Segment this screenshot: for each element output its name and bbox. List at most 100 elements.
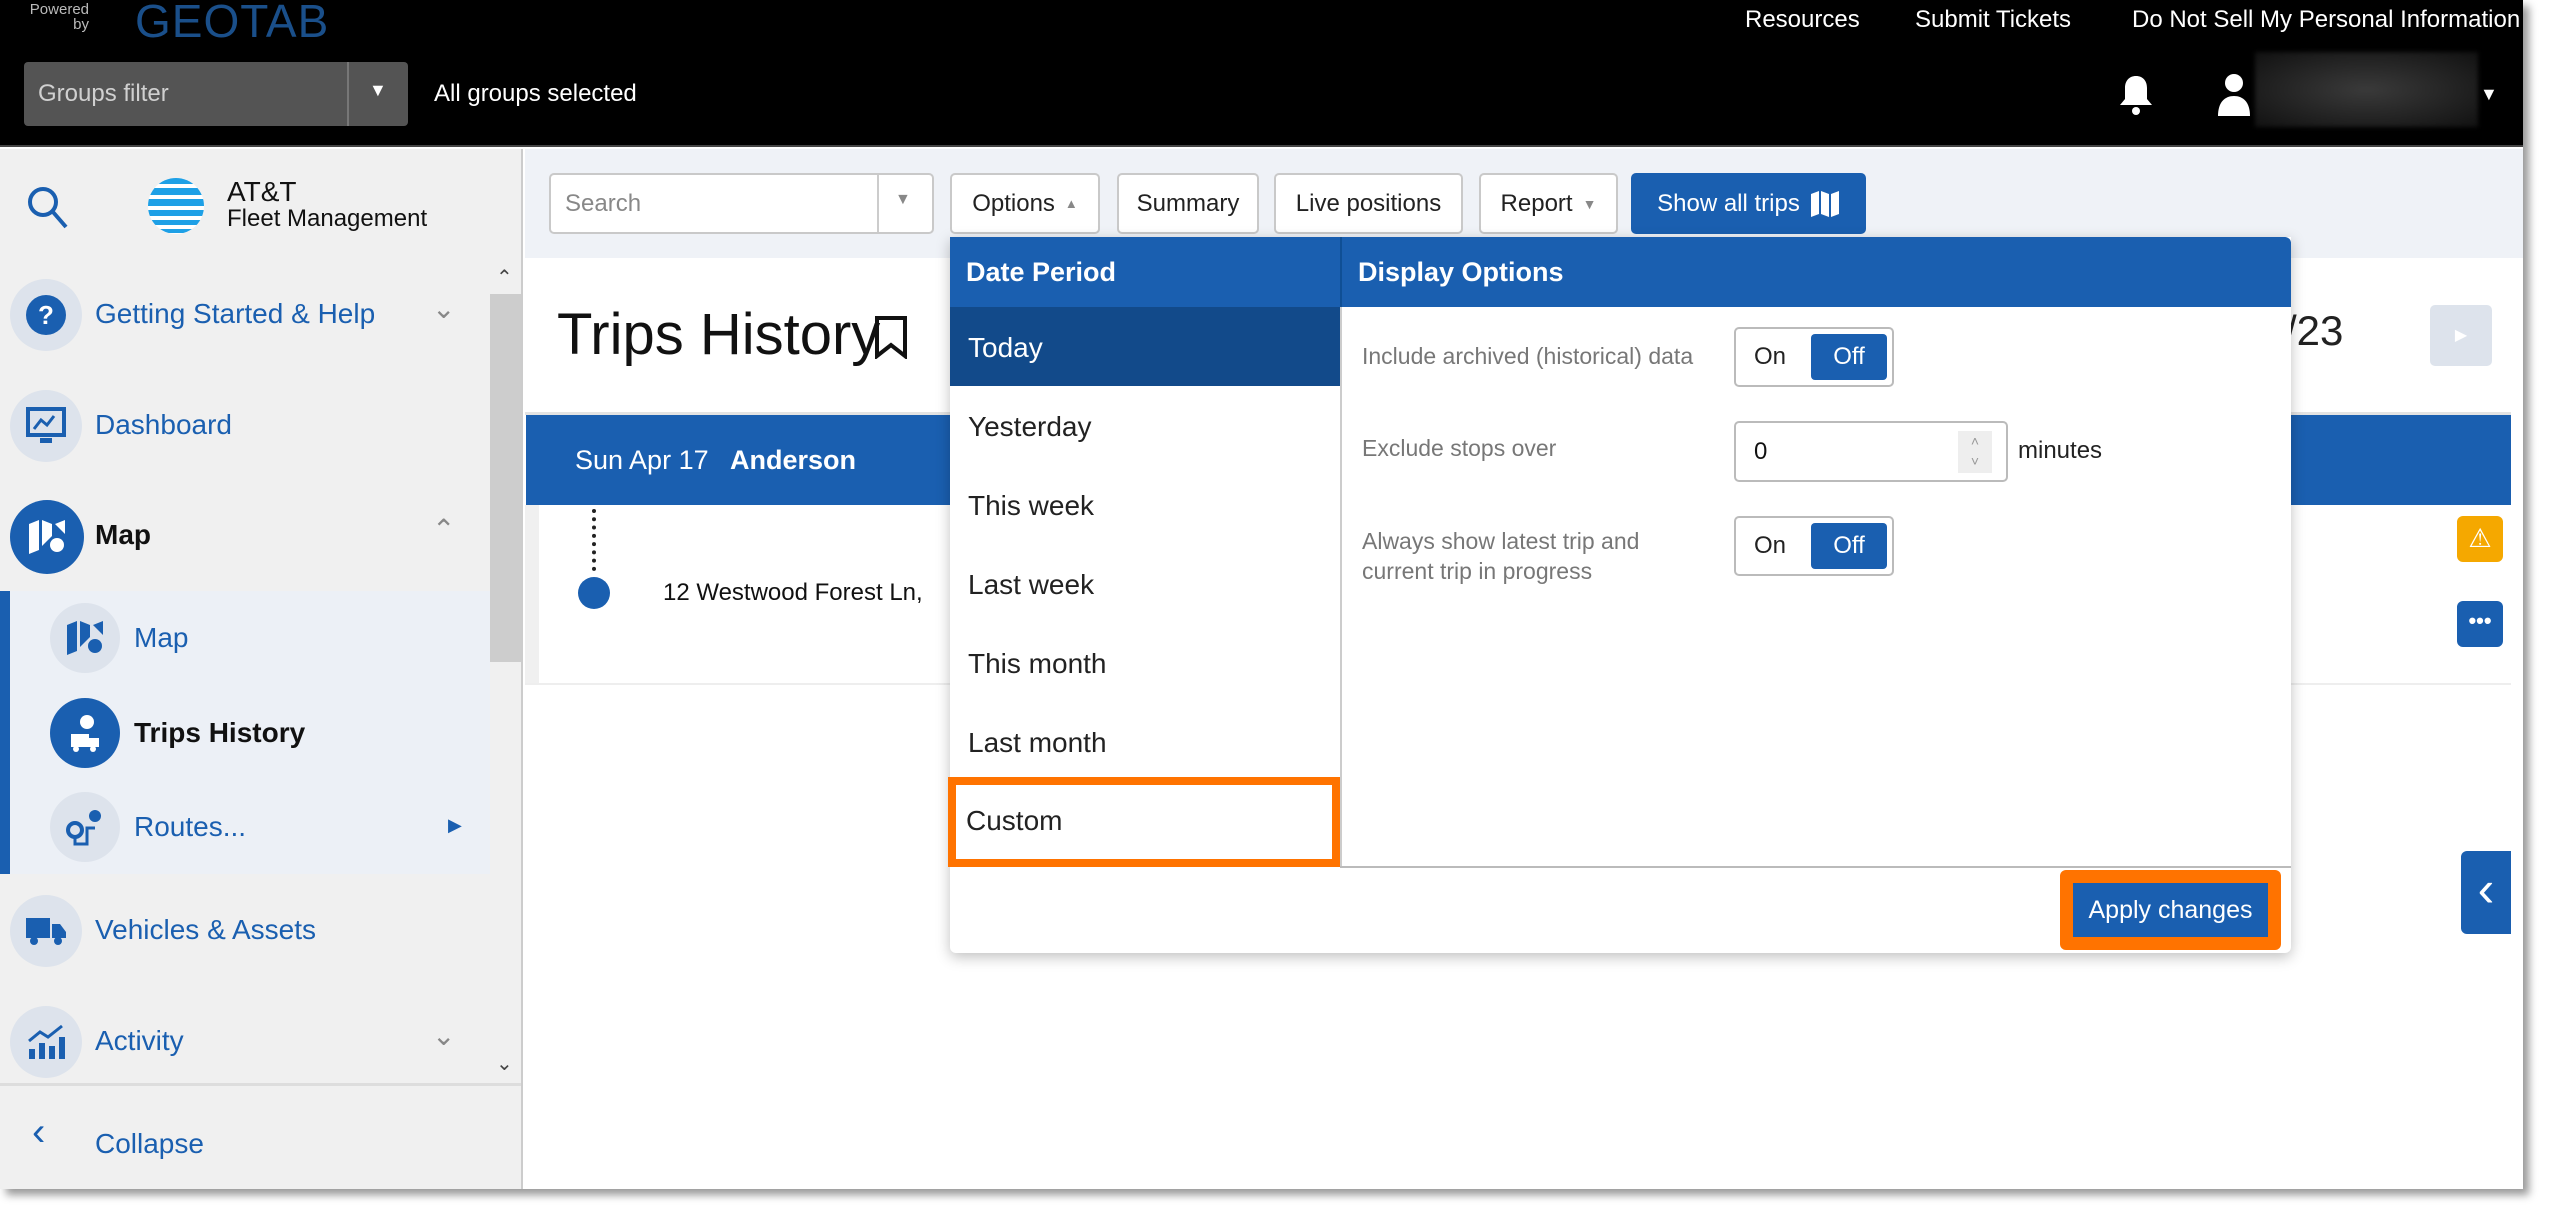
- sidebar-item-label: Trips History: [134, 717, 306, 748]
- chevron-down-icon[interactable]: ▼: [895, 191, 911, 209]
- do-not-sell-link[interactable]: Do Not Sell My Personal Information: [2132, 6, 2520, 34]
- caret-up-icon: ▲: [1064, 196, 1078, 211]
- chevron-left-icon: ‹: [32, 1110, 46, 1154]
- truck-icon: [10, 895, 82, 967]
- date-period-last-month[interactable]: Last month: [950, 702, 1340, 781]
- bookmark-icon[interactable]: [873, 315, 909, 359]
- apply-changes-button[interactable]: Apply changes: [2073, 883, 2268, 937]
- date-period-this-month[interactable]: This month: [950, 623, 1340, 702]
- groups-status: All groups selected: [434, 80, 637, 107]
- latest-trip-toggle[interactable]: On Off: [1734, 516, 1894, 576]
- display-options-header: Display Options: [1340, 237, 2291, 307]
- sidebar-item-label: Vehicles & Assets: [95, 914, 317, 945]
- toggle-off[interactable]: Off: [1811, 334, 1887, 380]
- date-range-fragment: /23: [2285, 307, 2344, 354]
- sidebar-item-map[interactable]: Map ⌃: [0, 491, 490, 581]
- report-label: Report: [1500, 189, 1573, 217]
- report-button[interactable]: Report ▼: [1479, 173, 1618, 234]
- user-icon[interactable]: [2216, 72, 2252, 116]
- number-stepper[interactable]: ˄ ˅: [1958, 431, 1992, 473]
- top-bar: Powered by GEOTAB Groups filter ▼ All gr…: [0, 0, 2523, 147]
- sidebar-item-label: Getting Started & Help: [95, 298, 376, 329]
- sidebar-item-label: Map: [134, 622, 189, 653]
- show-all-trips-label: Show all trips: [1657, 189, 1800, 217]
- live-positions-button[interactable]: Live positions: [1274, 173, 1463, 234]
- warning-icon[interactable]: ⚠: [2457, 516, 2503, 562]
- sidebar-item-label: Activity: [95, 1025, 184, 1056]
- date-period-yesterday[interactable]: Yesterday: [950, 386, 1340, 465]
- date-period-today[interactable]: Today: [950, 307, 1340, 386]
- trip-connector: [592, 509, 596, 571]
- scroll-up-icon[interactable]: ⌃: [496, 265, 513, 290]
- map-icon: [10, 500, 84, 574]
- resources-link[interactable]: Resources: [1745, 6, 1860, 34]
- sidebar-item-activity[interactable]: Activity ⌄: [0, 997, 490, 1087]
- expand-panel-button[interactable]: ‹: [2461, 851, 2511, 934]
- bell-icon[interactable]: [2118, 74, 2154, 116]
- exclude-stops-input[interactable]: 0 ˄ ˅: [1734, 421, 2008, 482]
- search-icon[interactable]: [26, 185, 70, 231]
- app-window: Powered by GEOTAB Groups filter ▼ All gr…: [0, 0, 2523, 1189]
- trip-address: 12 Westwood Forest Ln,: [663, 579, 923, 606]
- archived-toggle[interactable]: On Off: [1734, 327, 1894, 387]
- trip-driver: Anderson: [730, 445, 857, 475]
- att-globe-logo: [148, 178, 204, 234]
- next-date-button[interactable]: ▶: [2430, 305, 2492, 366]
- sidebar-subitem-map[interactable]: Map: [0, 594, 490, 684]
- latest-trip-label: Always show latest trip and current trip …: [1362, 528, 1640, 584]
- toggle-off[interactable]: Off: [1811, 523, 1887, 569]
- geotab-logo: GEOTAB: [135, 0, 330, 47]
- sidebar: AT&T Fleet Management ? Getting Started …: [0, 149, 523, 1189]
- apply-changes-highlight: Apply changes: [2060, 870, 2281, 950]
- toggle-on[interactable]: On: [1754, 343, 1786, 371]
- more-options-button[interactable]: •••: [2457, 601, 2503, 647]
- date-period-this-week[interactable]: This week: [950, 465, 1340, 544]
- chevron-down-icon[interactable]: ▼: [369, 80, 387, 101]
- chevron-down-icon: ⌄: [432, 1020, 456, 1051]
- sidebar-item-getting-started[interactable]: ? Getting Started & Help ⌄: [0, 270, 490, 360]
- caret-right-icon: ▶: [448, 815, 462, 835]
- options-dropdown: Date Period Display Options Today Yester…: [948, 237, 2291, 953]
- sidebar-subitem-routes[interactable]: Routes... ▶: [0, 783, 490, 873]
- groups-filter[interactable]: Groups filter ▼: [24, 62, 408, 126]
- chevron-up-icon: ⌃: [432, 514, 456, 545]
- trip-date: Sun Apr 17: [575, 445, 709, 475]
- options-button[interactable]: Options ▲: [950, 173, 1100, 234]
- brand-subtitle: Fleet Management: [227, 205, 428, 232]
- brand-name: AT&T: [227, 176, 297, 207]
- submit-tickets-link[interactable]: Submit Tickets: [1915, 6, 2071, 34]
- scroll-down-icon[interactable]: ⌄: [496, 1051, 513, 1076]
- scrollbar-thumb[interactable]: [490, 294, 521, 662]
- summary-button[interactable]: Summary: [1117, 173, 1259, 234]
- options-label: Options: [972, 189, 1055, 217]
- chevron-down-icon: ⌄: [432, 293, 456, 324]
- show-all-trips-button[interactable]: Show all trips: [1631, 173, 1866, 234]
- search-input[interactable]: Search ▼: [549, 173, 934, 234]
- activity-icon: [10, 1006, 82, 1078]
- sidebar-item-vehicles[interactable]: Vehicles & Assets: [0, 886, 490, 976]
- exclude-stops-value: 0: [1754, 438, 1768, 465]
- trips-history-icon: [50, 698, 120, 768]
- collapse-label: Collapse: [95, 1128, 204, 1159]
- routes-icon: [50, 792, 120, 862]
- groups-filter-placeholder: Groups filter: [38, 80, 169, 107]
- caret-down-icon: ▼: [1582, 195, 1597, 212]
- sidebar-scrollbar[interactable]: ⌃ ⌄: [490, 261, 521, 1083]
- help-icon: ?: [10, 279, 82, 351]
- sidebar-subitem-trips-history[interactable]: Trips History: [0, 689, 490, 779]
- sidebar-item-label: Map: [95, 519, 151, 550]
- sidebar-item-label: Dashboard: [95, 409, 232, 440]
- map-icon: [1810, 190, 1839, 217]
- logo-powered-by: Powered by: [29, 1, 89, 33]
- collapse-button[interactable]: ‹ Collapse: [0, 1083, 521, 1189]
- trip-stop-marker: [578, 577, 610, 609]
- exclude-stops-unit: minutes: [2018, 437, 2103, 464]
- user-menu-chevron-icon[interactable]: ▼: [2480, 84, 2498, 105]
- date-period-custom[interactable]: Custom: [948, 777, 1340, 867]
- toggle-on[interactable]: On: [1754, 532, 1786, 560]
- date-period-last-week[interactable]: Last week: [950, 544, 1340, 623]
- sidebar-item-dashboard[interactable]: Dashboard: [0, 381, 490, 471]
- sidebar-item-label: Routes...: [134, 811, 247, 842]
- user-name-blurred[interactable]: [2255, 52, 2478, 127]
- dashboard-icon: [10, 390, 82, 462]
